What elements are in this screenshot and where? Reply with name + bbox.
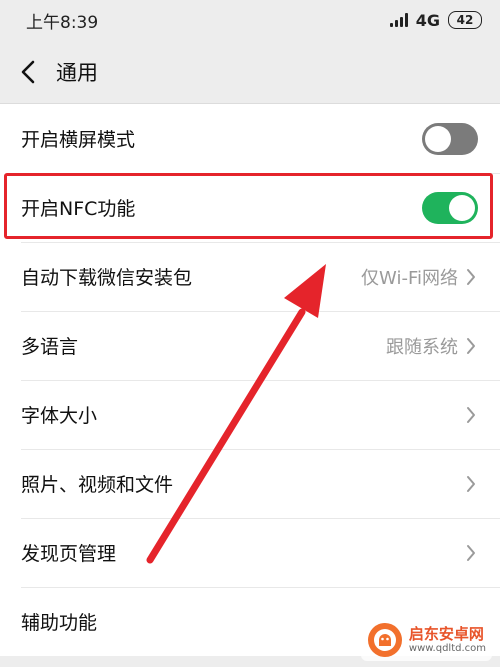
setting-label: 自动下载微信安装包 <box>21 267 193 289</box>
settings-list: 开启横屏模式 开启NFC功能 自动下载微信安装包 仅Wi-Fi网络 多语言 跟随… <box>0 104 500 656</box>
setting-nfc: 开启NFC功能 <box>0 173 500 242</box>
status-time: 上午8:39 <box>26 12 99 33</box>
toggle-knob <box>449 194 475 221</box>
chevron-right-icon <box>464 473 478 495</box>
watermark-url: www.qdltd.com <box>408 642 486 654</box>
setting-right <box>464 473 478 495</box>
setting-label: 辅助功能 <box>21 612 98 634</box>
signal-strength-icon <box>389 13 408 27</box>
setting-label: 多语言 <box>21 336 79 358</box>
status-indicators: 4G 42 <box>389 10 482 30</box>
nfc-toggle[interactable] <box>422 191 478 224</box>
battery-level: 42 <box>456 13 474 27</box>
setting-landscape-mode: 开启横屏模式 <box>0 104 500 173</box>
watermark: 启东安卓网 www.qdltd.com <box>360 619 492 661</box>
setting-right: 仅Wi-Fi网络 <box>361 264 478 290</box>
chevron-right-icon <box>464 404 478 426</box>
landscape-mode-toggle[interactable] <box>422 122 478 155</box>
toggle-knob <box>425 125 451 152</box>
setting-value: 仅Wi-Fi网络 <box>361 267 458 289</box>
setting-value: 跟随系统 <box>386 336 458 358</box>
setting-auto-download[interactable]: 自动下载微信安装包 仅Wi-Fi网络 <box>0 242 500 311</box>
setting-right <box>464 404 478 426</box>
setting-label: 开启横屏模式 <box>21 129 136 151</box>
setting-label: 开启NFC功能 <box>21 198 136 220</box>
watermark-name: 启东安卓网 <box>408 625 484 644</box>
setting-label: 发现页管理 <box>21 543 117 565</box>
watermark-text: 启东安卓网 www.qdltd.com <box>409 626 486 654</box>
screen: 上午8:39 4G 42 通用 开启横屏模式 开启NFC功能 自动下载微信安装包… <box>0 0 500 667</box>
setting-right: 跟随系统 <box>386 333 478 359</box>
setting-label: 字体大小 <box>21 405 98 427</box>
setting-label: 照片、视频和文件 <box>21 474 174 496</box>
page-title: 通用 <box>56 60 98 85</box>
back-button[interactable] <box>14 52 42 92</box>
chevron-right-icon <box>464 335 478 357</box>
site-logo-icon <box>367 623 402 657</box>
setting-discover-manage[interactable]: 发现页管理 <box>0 518 500 587</box>
status-bar: 上午8:39 4G 42 <box>0 0 500 40</box>
setting-font-size[interactable]: 字体大小 <box>0 380 500 449</box>
setting-language[interactable]: 多语言 跟随系统 <box>0 311 500 380</box>
network-type-label: 4G <box>415 10 440 30</box>
chevron-right-icon <box>464 266 478 288</box>
setting-right <box>464 542 478 564</box>
nav-bar: 通用 <box>0 40 500 104</box>
setting-media-files[interactable]: 照片、视频和文件 <box>0 449 500 518</box>
battery-icon: 42 <box>448 11 482 29</box>
chevron-right-icon <box>464 542 478 564</box>
chevron-left-icon <box>21 60 35 83</box>
